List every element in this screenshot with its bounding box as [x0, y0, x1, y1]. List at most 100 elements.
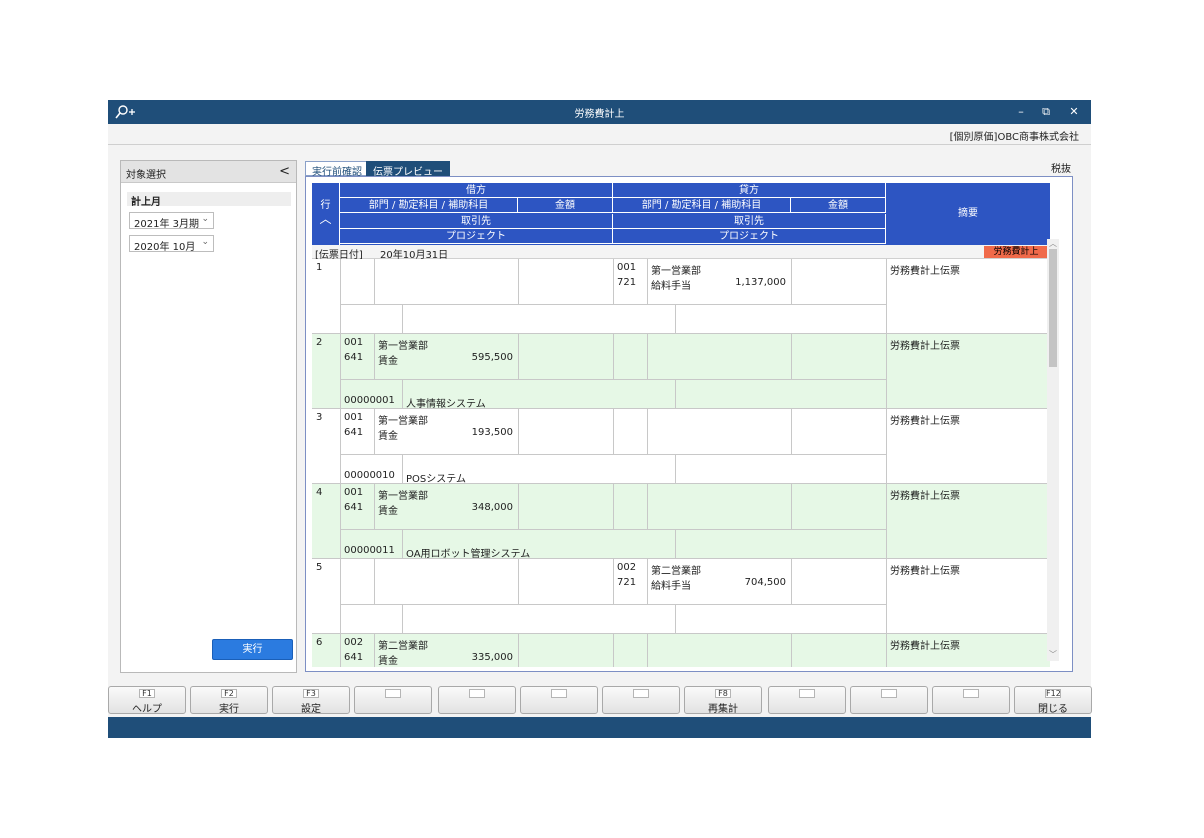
function-key-f3[interactable]: F3 設定	[272, 686, 350, 715]
credit-amount-header: 金額	[791, 198, 886, 213]
function-key-blank-5[interactable]	[520, 686, 598, 714]
debit-project-code: 00000010	[344, 470, 395, 481]
function-key-code: F8	[715, 689, 731, 698]
grid-header: 行 ︿ 借方 部門 / 勘定科目 / 補助科目 金額 取引先 プロジェクト 貸方…	[312, 183, 1050, 245]
table-row[interactable]: 5 002 第二営業部 721 給料手当 704,500 労務費計上伝票	[312, 559, 1050, 634]
debit-account-code: 641	[344, 352, 364, 363]
function-key-blank-6[interactable]	[602, 686, 680, 714]
cell-divider	[518, 334, 519, 379]
function-key-label: 閉じる	[1038, 704, 1068, 715]
cell-divider	[340, 304, 613, 305]
debit-amount: 193,500	[471, 427, 513, 438]
cell-divider	[675, 604, 676, 634]
function-key-code	[881, 689, 897, 698]
credit-account-name: 給料手当	[651, 581, 691, 592]
run-button[interactable]: 実行	[212, 639, 293, 660]
restore-icon[interactable]: ⧉	[1038, 104, 1054, 120]
credit-dept-code: 002	[617, 562, 637, 573]
row-header-label: 行	[320, 200, 331, 211]
function-key-blank-3[interactable]	[354, 686, 432, 714]
function-key-f8[interactable]: F8 再集計	[684, 686, 762, 715]
credit-amount: 704,500	[744, 577, 786, 588]
debit-partner-header: 取引先	[340, 214, 613, 229]
panel-title: 対象選択	[126, 170, 166, 181]
status-badge: 労務費計上	[984, 246, 1048, 258]
month-value: 2020年 10月	[134, 242, 196, 253]
debit-header: 借方	[340, 183, 613, 198]
function-key-f12[interactable]: F12 閉じる	[1014, 686, 1092, 715]
target-selection-panel: 対象選択 < 計上月 2021年 3月期 ⌄ 2020年 10月 ⌄ 実行	[120, 160, 297, 673]
status-bar	[108, 717, 1091, 738]
cell-divider	[374, 559, 375, 604]
vertical-scrollbar[interactable]: ︿ ﹀	[1047, 239, 1059, 661]
credit-account-name: 給料手当	[651, 281, 691, 292]
row-number: 2	[316, 337, 323, 348]
function-key-blank-9[interactable]	[850, 686, 928, 714]
function-key-blank-8[interactable]	[768, 686, 846, 714]
debit-amount-header: 金額	[518, 198, 613, 213]
function-key-code	[799, 689, 815, 698]
cell-divider	[613, 529, 886, 530]
row-number: 1	[316, 262, 323, 273]
debit-amount: 335,000	[471, 652, 513, 663]
cell-divider	[340, 379, 613, 380]
cell-divider	[402, 529, 403, 559]
debit-account-name: 賃金	[378, 431, 398, 442]
slip-preview-frame: 行 ︿ 借方 部門 / 勘定科目 / 補助科目 金額 取引先 プロジェクト 貸方…	[305, 176, 1073, 672]
cell-divider	[791, 259, 792, 304]
tax-mode-label: 税抜	[1051, 164, 1071, 175]
summary-header: 摘要	[958, 208, 978, 219]
debit-account-name: 賃金	[378, 356, 398, 367]
cell-divider	[791, 409, 792, 454]
debit-project-name: POSシステム	[406, 474, 466, 485]
cell-divider	[340, 259, 341, 334]
credit-project-header: プロジェクト	[613, 229, 886, 244]
chevron-up-icon[interactable]: ︿	[312, 213, 339, 225]
scroll-up-icon[interactable]: ︿	[1047, 238, 1059, 249]
function-key-blank-4[interactable]	[438, 686, 516, 714]
month-select[interactable]: 2020年 10月 ⌄	[129, 235, 214, 253]
table-row[interactable]: 1 001 第一営業部 721 給料手当 1,137,000 労務費計上伝票	[312, 259, 1050, 334]
chevron-down-icon: ⌄	[201, 237, 209, 247]
fiscal-period-select[interactable]: 2021年 3月期 ⌄	[129, 212, 214, 230]
debit-dept-account-header: 部門 / 勘定科目 / 補助科目	[340, 198, 518, 213]
cell-divider	[886, 634, 887, 667]
scroll-thumb[interactable]	[1049, 249, 1057, 367]
debit-dept-name: 第一営業部	[378, 341, 428, 352]
function-key-label: 実行	[219, 704, 239, 715]
cell-divider	[791, 634, 792, 667]
credit-partner-header: 取引先	[613, 214, 886, 229]
function-key-f2[interactable]: F2 実行	[190, 686, 268, 715]
cell-divider	[340, 604, 613, 605]
cell-divider	[613, 379, 886, 380]
table-row[interactable]: 3 001 第一営業部 641 賃金 193,500 00000010 POSシステム 労務費計…	[312, 409, 1050, 485]
debit-dept-name: 第一営業部	[378, 416, 428, 427]
scroll-down-icon[interactable]: ﹀	[1047, 649, 1059, 660]
row-header[interactable]: 行 ︿	[312, 183, 340, 245]
table-row[interactable]: 6 002 第二営業部 641 賃金 335,000 労務費計上伝票	[312, 634, 1050, 667]
slip-grid: 行 ︿ 借方 部門 / 勘定科目 / 補助科目 金額 取引先 プロジェクト 貸方…	[312, 183, 1050, 667]
company-name: [個別原価]OBC商事株式会社	[949, 132, 1079, 143]
minimize-icon[interactable]: –	[1013, 104, 1029, 120]
debit-account-code: 641	[344, 427, 364, 438]
function-key-f1[interactable]: F1 ヘルプ	[108, 686, 186, 715]
close-icon[interactable]: ✕	[1066, 104, 1082, 120]
cell-divider	[613, 484, 614, 529]
row-number: 5	[316, 562, 323, 573]
cell-divider	[647, 259, 648, 304]
cell-divider	[374, 259, 375, 304]
debit-account-name: 賃金	[378, 656, 398, 667]
cell-divider	[518, 484, 519, 529]
debit-amount: 348,000	[471, 502, 513, 513]
tab-slip-preview[interactable]: 伝票プレビュー	[366, 161, 450, 178]
table-row[interactable]: 2 001 第一営業部 641 賃金 595,500 00000001 人事情報システム 労務費…	[312, 334, 1050, 410]
collapse-icon[interactable]: <	[279, 164, 290, 179]
debit-dept-code: 001	[344, 337, 364, 348]
function-key-blank-10[interactable]	[932, 686, 1010, 714]
tab-pre-run-check[interactable]: 実行前確認	[305, 161, 369, 178]
debit-account-code: 641	[344, 502, 364, 513]
cell-divider	[613, 454, 886, 455]
table-row[interactable]: 4 001 第一営業部 641 賃金 348,000 00000011 OA用ロボット管理シス…	[312, 484, 1050, 560]
function-key-code	[385, 689, 401, 698]
debit-dept-name: 第一営業部	[378, 491, 428, 502]
